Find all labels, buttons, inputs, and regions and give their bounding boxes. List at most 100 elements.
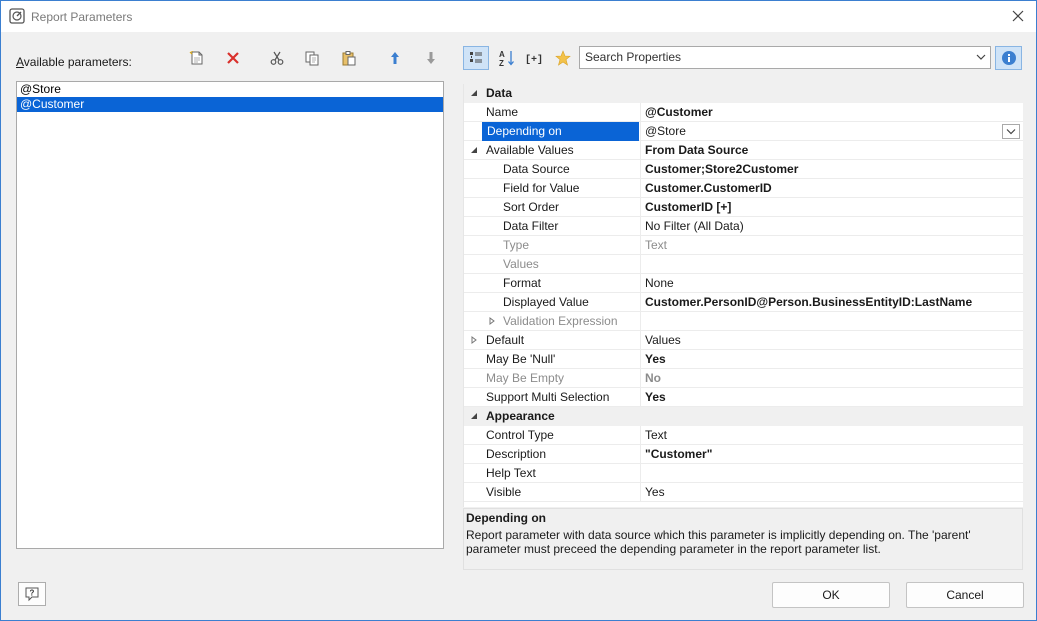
property-value[interactable]: Customer;Store2Customer xyxy=(640,160,1023,179)
property-value[interactable]: Customer.PersonID@Person.BusinessEntityI… xyxy=(640,293,1023,312)
property-value[interactable]: Yes xyxy=(640,350,1023,369)
categorized-view-button[interactable] xyxy=(463,46,489,70)
property-name: May Be Empty xyxy=(486,371,565,385)
property-value-text: No xyxy=(645,371,661,385)
property-value[interactable] xyxy=(640,464,1023,483)
property-value[interactable]: Yes xyxy=(640,483,1023,502)
report-parameters-dialog: Report Parameters Available parameters: xyxy=(0,0,1037,621)
property-row[interactable]: Description "Customer" xyxy=(464,445,1023,464)
property-row[interactable]: Type Text xyxy=(464,236,1023,255)
description-panel: Depending on Report parameter with data … xyxy=(463,508,1023,570)
paste-button[interactable] xyxy=(338,47,360,69)
property-value[interactable]: Text xyxy=(640,426,1023,445)
copy-button[interactable] xyxy=(301,47,323,69)
property-row[interactable]: May Be Empty No xyxy=(464,369,1023,388)
expand-brackets-icon: [+] xyxy=(525,54,543,65)
property-category[interactable]: Data xyxy=(464,84,1023,103)
property-row[interactable]: Control Type Text xyxy=(464,426,1023,445)
property-category[interactable]: Appearance xyxy=(464,407,1023,426)
alphabetical-sort-button[interactable]: A Z xyxy=(494,46,520,70)
copy-icon xyxy=(305,51,319,66)
property-row[interactable]: Data Source Customer;Store2Customer xyxy=(464,160,1023,179)
property-name: Depending on xyxy=(482,122,639,141)
property-value[interactable]: Yes xyxy=(640,388,1023,407)
property-value[interactable]: Text xyxy=(640,236,1023,255)
property-value[interactable]: "Customer" xyxy=(640,445,1023,464)
property-row[interactable]: Help Text xyxy=(464,464,1023,483)
property-row[interactable]: Depending on @Store xyxy=(464,122,1023,141)
property-name: Sort Order xyxy=(503,200,560,214)
property-name: Name xyxy=(486,105,519,119)
property-value[interactable]: Values xyxy=(640,331,1023,350)
expand-triangle-icon[interactable] xyxy=(488,317,496,325)
chevron-down-icon xyxy=(1006,129,1016,135)
collapse-triangle-icon[interactable] xyxy=(470,89,478,97)
property-value[interactable]: No xyxy=(640,369,1023,388)
parameter-list[interactable]: @Store @Customer xyxy=(16,81,444,549)
property-row[interactable]: Displayed Value Customer.PersonID@Person.… xyxy=(464,293,1023,312)
property-value[interactable]: @Store xyxy=(640,122,1023,141)
move-up-button[interactable] xyxy=(384,47,406,69)
expand-all-button[interactable]: [+] xyxy=(521,46,547,70)
property-name: Available Values xyxy=(486,143,574,157)
ok-button[interactable]: OK xyxy=(772,582,890,608)
report-app-icon xyxy=(9,8,25,24)
close-icon xyxy=(1012,10,1024,22)
close-button[interactable] xyxy=(1006,5,1030,27)
property-value[interactable]: No Filter (All Data) xyxy=(640,217,1023,236)
cut-button[interactable] xyxy=(266,47,288,69)
property-value[interactable]: @Customer xyxy=(640,103,1023,122)
property-value-text: From Data Source xyxy=(645,143,749,157)
property-value[interactable]: Customer.CustomerID xyxy=(640,179,1023,198)
property-value[interactable]: None xyxy=(640,274,1023,293)
property-value[interactable]: CustomerID [+] xyxy=(640,198,1023,217)
property-row[interactable]: Name @Customer xyxy=(464,103,1023,122)
property-name: Description xyxy=(486,447,547,461)
new-parameter-button[interactable] xyxy=(186,47,208,69)
property-row[interactable]: Validation Expression xyxy=(464,312,1023,331)
collapse-triangle-icon[interactable] xyxy=(470,412,478,420)
property-value-text: Text xyxy=(645,428,668,442)
property-value-text: @Customer xyxy=(645,105,713,119)
property-value-text: No Filter (All Data) xyxy=(645,219,744,233)
dropdown-button[interactable] xyxy=(1002,124,1020,139)
new-document-icon xyxy=(189,51,203,65)
property-value-text: Customer.CustomerID xyxy=(645,181,772,195)
collapse-triangle-icon[interactable] xyxy=(470,146,478,154)
property-row[interactable]: Sort Order CustomerID [+] xyxy=(464,198,1023,217)
favorites-button[interactable] xyxy=(550,46,576,70)
property-row[interactable]: Data Filter No Filter (All Data) xyxy=(464,217,1023,236)
cancel-button[interactable]: Cancel xyxy=(906,582,1024,608)
move-down-button[interactable] xyxy=(420,47,442,69)
property-row[interactable]: Default Values xyxy=(464,331,1023,350)
label-rest: vailable parameters: xyxy=(23,55,132,69)
property-row[interactable]: Support Multi Selection Yes xyxy=(464,388,1023,407)
info-button[interactable] xyxy=(995,46,1022,70)
svg-text:Z: Z xyxy=(499,59,504,67)
svg-text:?: ? xyxy=(30,589,35,598)
property-value[interactable]: From Data Source xyxy=(640,141,1023,160)
property-name: Values xyxy=(503,257,539,271)
scissors-icon xyxy=(270,51,284,65)
property-name: Data Filter xyxy=(503,219,559,233)
expand-triangle-icon[interactable] xyxy=(470,336,478,344)
parameter-item[interactable]: @Customer xyxy=(17,97,443,112)
parameter-item[interactable]: @Store xyxy=(17,82,443,97)
help-button[interactable]: ? xyxy=(18,582,46,606)
property-row[interactable]: Available Values From Data Source xyxy=(464,141,1023,160)
property-row[interactable]: Values xyxy=(464,255,1023,274)
search-properties-combobox[interactable]: Search Properties xyxy=(579,46,991,69)
property-name: Support Multi Selection xyxy=(486,390,610,404)
property-row[interactable]: May Be 'Null' Yes xyxy=(464,350,1023,369)
property-row[interactable]: Visible Yes xyxy=(464,483,1023,502)
property-grid[interactable]: Data Name @Customer Depending on @Store Avail… xyxy=(463,84,1023,507)
delete-parameter-button[interactable] xyxy=(222,47,244,69)
property-row[interactable]: Format None xyxy=(464,274,1023,293)
property-row[interactable]: Field for Value Customer.CustomerID xyxy=(464,179,1023,198)
sort-az-icon: A Z xyxy=(499,50,514,67)
property-value[interactable] xyxy=(640,255,1023,274)
property-name: Help Text xyxy=(486,466,536,480)
property-value[interactable] xyxy=(640,312,1023,331)
title-bar: Report Parameters xyxy=(1,1,1036,32)
property-name: Validation Expression xyxy=(503,314,618,328)
